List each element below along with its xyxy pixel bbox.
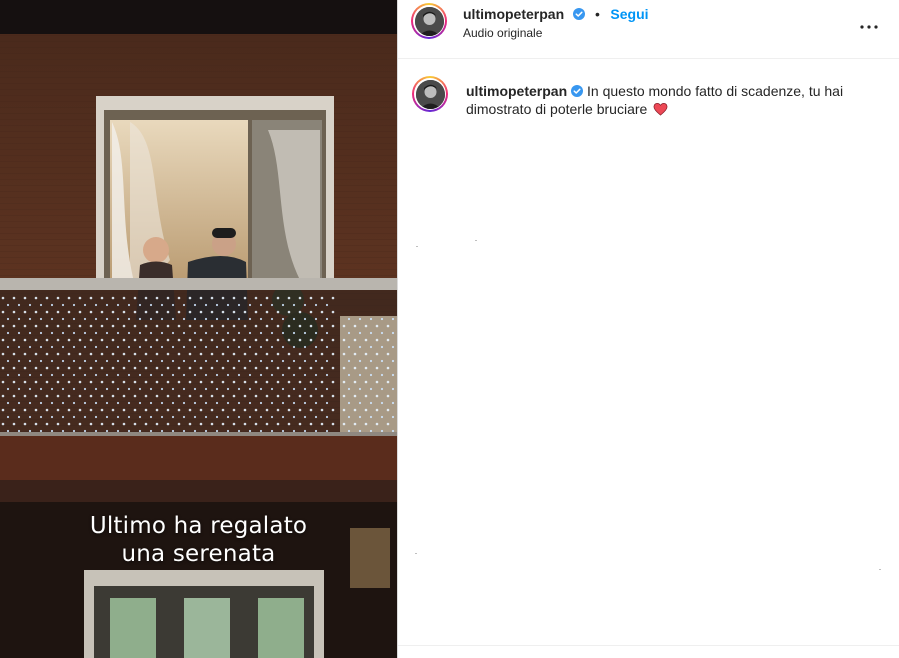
speck: [879, 569, 881, 570]
verified-badge-icon: [571, 85, 584, 97]
comment-username[interactable]: ultimopeterpan: [466, 83, 567, 99]
more-options-icon[interactable]: [857, 15, 881, 39]
post-media[interactable]: Ultimo ha regalato una serenata: [0, 0, 397, 658]
author-avatar[interactable]: [411, 3, 447, 39]
red-heart-icon: [653, 102, 668, 116]
audio-label[interactable]: Audio originale: [463, 26, 542, 40]
post-header: ultimopeterpan • Segui Audio originale: [398, 0, 899, 59]
follow-button[interactable]: Segui: [610, 6, 648, 22]
comment-avatar[interactable]: [412, 76, 448, 112]
author-username[interactable]: ultimopeterpan: [463, 6, 564, 22]
media-caption-line-1: Ultimo ha regalato: [89, 513, 308, 539]
header-separator: •: [595, 6, 600, 22]
verified-badge-icon: [572, 8, 585, 20]
avatar-image: [414, 6, 444, 36]
post-details-panel: ultimopeterpan • Segui Audio originale u…: [397, 0, 899, 658]
speck: [415, 553, 417, 554]
speck: [475, 240, 477, 241]
media-caption-line-2: una serenata: [121, 541, 276, 567]
panel-divider: [398, 645, 899, 646]
comment-avatar-image: [415, 79, 445, 109]
speck: [416, 246, 418, 247]
comment-body: ultimopeterpan In questo mondo fatto di …: [466, 82, 876, 118]
media-caption: Ultimo ha regalato una serenata: [0, 512, 397, 568]
